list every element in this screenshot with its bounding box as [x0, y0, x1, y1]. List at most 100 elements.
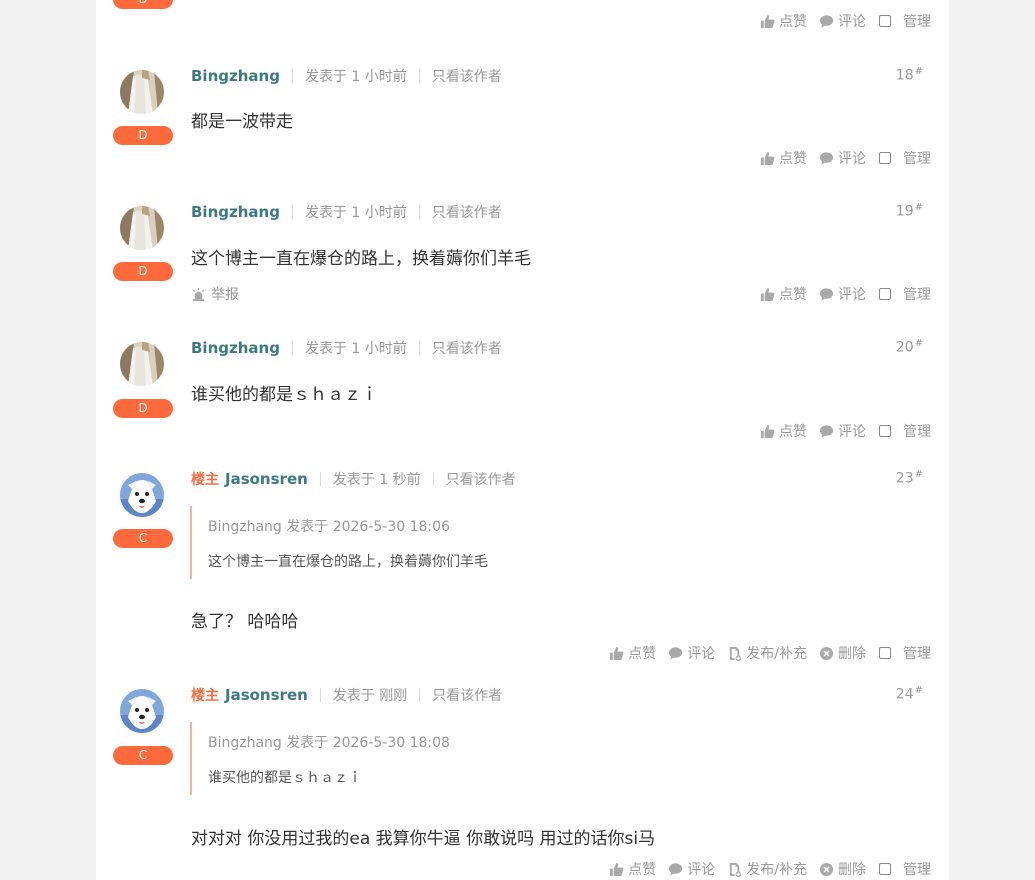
post-content: 对对对 你没用过我的ea 我算你牛逼 你敢说吗 用过的话你si马 — [191, 829, 656, 849]
post-content: 谁买他的都是ｓｈａｚｉ — [191, 385, 378, 405]
divider — [291, 205, 293, 219]
comment-icon — [819, 287, 834, 302]
author-link[interactable]: Bingzhang — [191, 203, 280, 221]
thumbs-up-icon — [760, 287, 775, 302]
checkbox[interactable] — [879, 425, 891, 437]
user-avatar-image — [120, 689, 164, 733]
like-button[interactable]: 点赞 — [760, 284, 807, 304]
post-actions: 点赞 评论 发布/补充 删除 管理 — [597, 859, 931, 879]
thumbs-up-icon — [760, 14, 775, 29]
comment-button[interactable]: 评论 — [819, 148, 866, 168]
checkbox[interactable] — [879, 288, 891, 300]
author-link[interactable]: Jasonsren — [225, 470, 308, 488]
comment-icon — [668, 646, 683, 661]
post-meta: 楼主 Jasonsren 发表于 1 秒前 只看该作者 — [191, 469, 516, 489]
only-author-link[interactable]: 只看该作者 — [432, 66, 502, 86]
alarm-icon — [191, 287, 206, 302]
author-link[interactable]: Jasonsren — [225, 686, 308, 704]
post-time: 发表于 1 小时前 — [304, 341, 407, 357]
post-content: 这个博主一直在爆仓的路上，换着薅你们羊毛 — [191, 249, 531, 269]
avatar[interactable] — [120, 473, 164, 517]
user-level-badge: D — [113, 126, 173, 145]
post-content: 急了？ 哈哈哈 — [191, 612, 299, 632]
manage-checkbox[interactable]: 管理 — [879, 859, 931, 879]
user-level-badge: D — [113, 0, 173, 9]
publish-button[interactable]: 发布/补充 — [727, 859, 807, 879]
only-author-link[interactable]: 只看该作者 — [432, 338, 502, 358]
avatar[interactable] — [120, 70, 164, 114]
thread-panel: D 点赞 评论 管理 D Bingzhang 发表于 1 小时前 只看该作者 1… — [96, 0, 949, 880]
delete-button[interactable]: 删除 — [819, 859, 866, 879]
post-time: 发表于 刚刚 — [332, 688, 408, 704]
comment-button[interactable]: 评论 — [668, 643, 715, 663]
author-link[interactable]: Bingzhang — [191, 67, 280, 85]
avatar[interactable] — [120, 342, 164, 386]
comment-button[interactable]: 评论 — [819, 421, 866, 441]
checkbox[interactable] — [879, 152, 891, 164]
comment-button[interactable]: 评论 — [819, 11, 866, 31]
user-level-badge: C — [113, 529, 173, 548]
divider — [291, 69, 293, 83]
author-link[interactable]: Bingzhang — [191, 339, 280, 357]
edit-document-icon — [727, 862, 742, 877]
manage-checkbox[interactable]: 管理 — [879, 643, 931, 663]
divider — [418, 69, 420, 83]
manage-checkbox[interactable]: 管理 — [879, 284, 931, 304]
floor-number[interactable]: 18# — [896, 66, 923, 84]
only-author-link[interactable]: 只看该作者 — [446, 469, 516, 489]
like-button[interactable]: 点赞 — [609, 643, 656, 663]
only-author-link[interactable]: 只看该作者 — [432, 685, 502, 705]
avatar[interactable] — [120, 206, 164, 250]
report-button[interactable]: 举报 — [191, 284, 239, 304]
delete-icon — [819, 862, 834, 877]
like-button[interactable]: 点赞 — [760, 421, 807, 441]
quote-text: 谁买他的都是ｓｈａｚｉ — [208, 770, 362, 786]
post-time: 发表于 1 秒前 — [332, 472, 421, 488]
delete-button[interactable]: 删除 — [819, 643, 866, 663]
divider — [432, 472, 434, 486]
post-meta: Bingzhang 发表于 1 小时前 只看该作者 — [191, 202, 502, 222]
checkbox[interactable] — [879, 15, 891, 27]
manage-checkbox[interactable]: 管理 — [879, 148, 931, 168]
comment-button[interactable]: 评论 — [819, 284, 866, 304]
checkbox[interactable] — [879, 863, 891, 875]
post-time: 发表于 1 小时前 — [304, 69, 407, 85]
thread-owner-tag: 楼主 — [191, 688, 219, 704]
post-meta: 楼主 Jasonsren 发表于 刚刚 只看该作者 — [191, 685, 502, 705]
divider — [418, 205, 420, 219]
post-actions: 点赞 评论 管理 — [748, 284, 931, 304]
thumbs-up-icon — [760, 424, 775, 439]
user-avatar-image — [120, 473, 164, 517]
checkbox[interactable] — [879, 647, 891, 659]
user-avatar-image — [120, 70, 164, 114]
post-actions: 点赞 评论 管理 — [748, 11, 931, 31]
like-button[interactable]: 点赞 — [609, 859, 656, 879]
floor-number[interactable]: 23# — [896, 469, 923, 487]
thumbs-up-icon — [760, 151, 775, 166]
floor-number[interactable]: 24# — [896, 685, 923, 703]
user-level-badge: D — [113, 399, 173, 418]
publish-button[interactable]: 发布/补充 — [727, 643, 807, 663]
divider — [319, 472, 321, 486]
edit-document-icon — [727, 646, 742, 661]
comment-button[interactable]: 评论 — [668, 859, 715, 879]
comment-icon — [819, 14, 834, 29]
like-button[interactable]: 点赞 — [760, 11, 807, 31]
manage-checkbox[interactable]: 管理 — [879, 11, 931, 31]
divider — [419, 688, 421, 702]
thread-owner-tag: 楼主 — [191, 472, 219, 488]
avatar[interactable] — [120, 689, 164, 733]
post-actions: 点赞 评论 管理 — [748, 421, 931, 441]
floor-number[interactable]: 19# — [896, 202, 923, 220]
post-content: 都是一波带走 — [191, 112, 293, 132]
delete-icon — [819, 646, 834, 661]
floor-number[interactable]: 20# — [896, 338, 923, 356]
quote-text: 这个博主一直在爆仓的路上，换着薅你们羊毛 — [208, 554, 488, 570]
comment-icon — [819, 151, 834, 166]
comment-icon — [819, 424, 834, 439]
manage-checkbox[interactable]: 管理 — [879, 421, 931, 441]
comment-icon — [668, 862, 683, 877]
user-level-badge: C — [113, 746, 173, 765]
like-button[interactable]: 点赞 — [760, 148, 807, 168]
only-author-link[interactable]: 只看该作者 — [432, 202, 502, 222]
